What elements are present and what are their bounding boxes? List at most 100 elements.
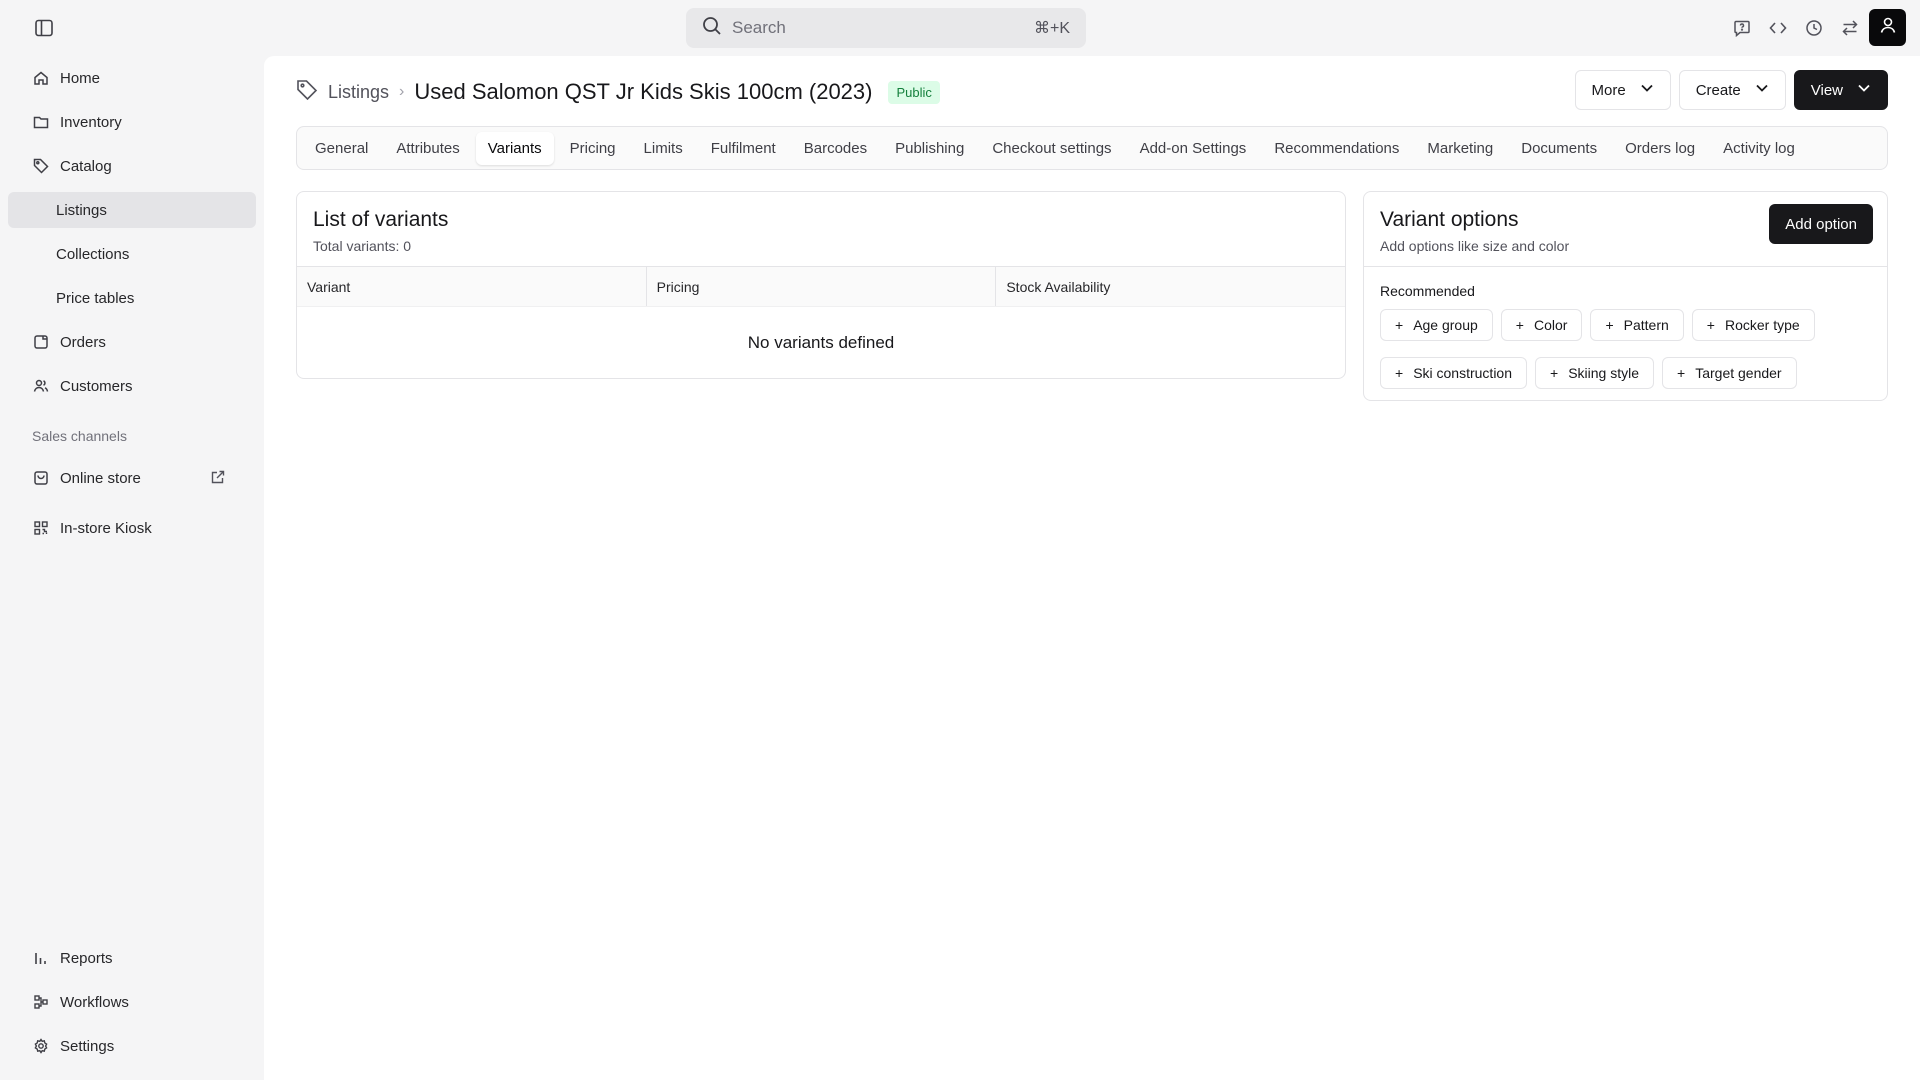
chip-label: Color [1533, 317, 1568, 333]
variants-card: List of variants Total variants: 0 Varia… [296, 191, 1346, 379]
sidebar-item-label: Collections [56, 245, 130, 263]
tab-recommendations[interactable]: Recommendations [1262, 132, 1411, 165]
tag-icon [32, 157, 50, 175]
help-icon[interactable] [1730, 14, 1754, 42]
tab-orders-log[interactable]: Orders log [1613, 132, 1707, 165]
tab-attributes[interactable]: Attributes [384, 132, 471, 165]
sidebar-item-settings[interactable]: Settings [8, 1028, 256, 1064]
main-content: Listings › Used Salomon QST Jr Kids Skis… [264, 56, 1920, 1080]
column-header-variant[interactable]: Variant [297, 267, 647, 306]
chip-label: Age group [1413, 317, 1478, 333]
plus-icon: + [1706, 317, 1715, 333]
add-age-group-chip[interactable]: + Age group [1380, 309, 1493, 341]
chip-label: Pattern [1623, 317, 1669, 333]
plus-icon: + [1395, 317, 1404, 333]
add-option-button[interactable]: Add option [1769, 204, 1873, 244]
sidebar-item-label: Home [60, 69, 101, 87]
orders-icon [32, 333, 50, 351]
sidebar-item-workflows[interactable]: Workflows [8, 984, 256, 1020]
sidebar-item-in-store-kiosk[interactable]: In-store Kiosk [8, 510, 256, 546]
variants-title: List of variants [313, 208, 449, 231]
sidebar-item-catalog[interactable]: Catalog [8, 148, 256, 184]
plus-icon: + [1515, 317, 1524, 333]
recommended-label: Recommended [1380, 283, 1475, 299]
sidebar-item-label: Listings [56, 201, 107, 219]
sidebar-item-label: Orders [60, 333, 106, 351]
chip-label: Rocker type [1724, 317, 1800, 333]
workflow-icon [32, 993, 50, 1011]
variant-options-card: Variant options Add options like size an… [1363, 191, 1888, 401]
sidebar-item-price-tables[interactable]: Price tables [8, 280, 256, 316]
page-title: Used Salomon QST Jr Kids Skis 100cm (202… [414, 79, 873, 104]
chart-icon [32, 949, 50, 967]
view-button[interactable]: View [1793, 70, 1888, 110]
variants-empty-state: No variants defined [747, 333, 895, 352]
status-badge: Public [888, 80, 940, 104]
add-pattern-chip[interactable]: + Pattern [1590, 309, 1684, 341]
switch-icon[interactable] [1838, 14, 1862, 42]
users-icon [32, 377, 50, 395]
breadcrumb-listings-link[interactable]: Listings [328, 82, 389, 103]
top-bar: Search ⌘+K [0, 0, 1920, 56]
user-icon [1879, 16, 1897, 39]
tab-limits[interactable]: Limits [632, 132, 695, 165]
code-icon[interactable] [1766, 14, 1790, 42]
sidebar-item-label: Settings [60, 1037, 115, 1055]
breadcrumb: Listings › Used Salomon QST Jr Kids Skis… [296, 76, 940, 108]
tab-activity-log[interactable]: Activity log [1711, 132, 1807, 165]
qr-icon [32, 519, 50, 537]
sidebar-item-collections[interactable]: Collections [8, 236, 256, 272]
column-header-stock-availability[interactable]: Stock Availability [996, 267, 1345, 306]
chip-label: Target gender [1695, 365, 1782, 381]
sidebar-item-online-store[interactable]: Online store [8, 460, 256, 496]
add-color-chip[interactable]: + Color [1500, 309, 1583, 341]
chevron-down-icon [1857, 81, 1871, 99]
home-icon [32, 69, 50, 87]
tab-publishing[interactable]: Publishing [883, 132, 976, 165]
sidebar-item-label: Customers [60, 377, 133, 395]
tab-bar: General Attributes Variants Pricing Limi… [296, 126, 1888, 170]
search-input[interactable]: Search ⌘+K [686, 8, 1086, 48]
add-ski-construction-chip[interactable]: + Ski construction [1380, 357, 1528, 389]
tab-barcodes[interactable]: Barcodes [792, 132, 879, 165]
tag-icon [296, 79, 318, 106]
tab-marketing[interactable]: Marketing [1415, 132, 1505, 165]
more-button[interactable]: More [1574, 70, 1671, 110]
variants-total: Total variants: 0 [313, 238, 412, 254]
view-button-label: View [1810, 81, 1843, 99]
add-rocker-type-chip[interactable]: + Rocker type [1691, 309, 1815, 341]
tab-variants[interactable]: Variants [475, 131, 554, 165]
sidebar-item-label: In-store Kiosk [60, 519, 152, 537]
tab-pricing[interactable]: Pricing [558, 132, 628, 165]
tab-fulfilment[interactable]: Fulfilment [699, 132, 788, 165]
sidebar-item-label: Workflows [60, 993, 129, 1011]
external-link-icon[interactable] [210, 469, 226, 489]
column-header-pricing[interactable]: Pricing [647, 267, 997, 306]
sidebar-item-inventory[interactable]: Inventory [8, 104, 256, 140]
create-button-label: Create [1695, 81, 1741, 99]
create-button[interactable]: Create [1678, 70, 1786, 110]
chevron-right-icon: › [399, 83, 405, 100]
sidebar-item-reports[interactable]: Reports [8, 940, 256, 976]
add-skiing-style-chip[interactable]: + Skiing style [1535, 357, 1655, 389]
sidebar-item-customers[interactable]: Customers [8, 368, 256, 404]
add-target-gender-chip[interactable]: + Target gender [1662, 357, 1797, 389]
user-avatar[interactable] [1869, 9, 1906, 46]
tab-add-on-settings[interactable]: Add-on Settings [1128, 132, 1259, 165]
chevron-down-icon [1640, 81, 1654, 99]
plus-icon: + [1605, 317, 1614, 333]
history-icon[interactable] [1802, 14, 1826, 42]
sidebar-item-home[interactable]: Home [8, 60, 256, 96]
gear-icon [32, 1037, 50, 1055]
more-button-label: More [1591, 81, 1626, 99]
recommended-options: + Age group + Color + Pattern + Rocker type … [1364, 299, 1887, 400]
sidebar-toggle-icon[interactable] [32, 16, 56, 40]
sidebar-item-orders[interactable]: Orders [8, 324, 256, 360]
chip-label: Skiing style [1568, 365, 1640, 381]
sales-channels-label: Sales channels [32, 428, 127, 444]
sidebar-item-listings[interactable]: Listings [8, 192, 256, 228]
tab-documents[interactable]: Documents [1509, 132, 1609, 165]
tab-checkout-settings[interactable]: Checkout settings [980, 132, 1123, 165]
sidebar-item-label: Reports [60, 949, 113, 967]
tab-general[interactable]: General [303, 132, 380, 165]
